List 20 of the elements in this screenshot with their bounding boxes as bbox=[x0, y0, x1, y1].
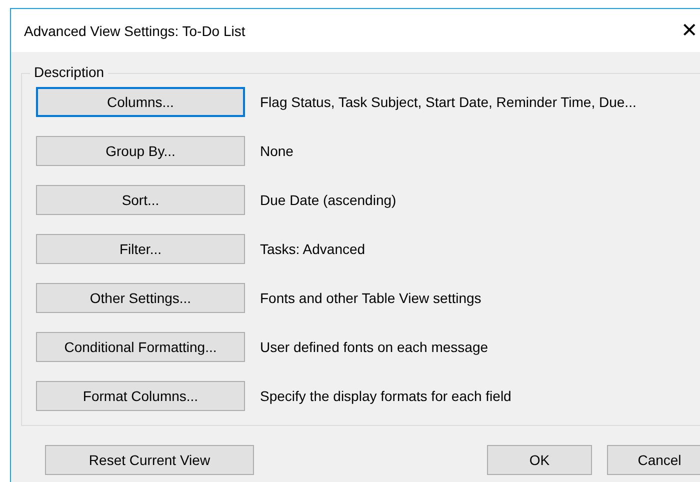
view-setting-button[interactable]: Columns... bbox=[36, 87, 245, 117]
setting-description: None bbox=[260, 143, 294, 159]
cancel-button[interactable]: Cancel bbox=[607, 445, 700, 475]
view-setting-button[interactable]: Conditional Formatting... bbox=[36, 332, 245, 362]
group-label: Description bbox=[30, 64, 108, 80]
setting-description: Tasks: Advanced bbox=[260, 241, 366, 257]
setting-description: Fonts and other Table View settings bbox=[260, 290, 482, 306]
view-setting-button[interactable]: Sort... bbox=[36, 185, 245, 215]
view-setting-button[interactable]: Other Settings... bbox=[36, 283, 245, 313]
close-button[interactable]: ✕ bbox=[681, 18, 700, 43]
reset-button[interactable]: Reset Current View bbox=[45, 445, 254, 475]
view-setting-button[interactable]: Filter... bbox=[36, 234, 245, 264]
view-setting-button[interactable]: Group By... bbox=[36, 136, 245, 166]
setting-description: Flag Status, Task Subject, Start Date, Reminder Time, Due... bbox=[260, 94, 636, 110]
ok-button[interactable]: OK bbox=[487, 445, 592, 475]
view-setting-button[interactable]: Format Columns... bbox=[36, 381, 245, 411]
window-title: Advanced View Settings: To-Do List bbox=[24, 22, 246, 38]
setting-description: Due Date (ascending) bbox=[260, 192, 396, 208]
setting-description: Specify the display formats for each field bbox=[260, 388, 512, 404]
setting-description: User defined fonts on each message bbox=[260, 339, 488, 355]
